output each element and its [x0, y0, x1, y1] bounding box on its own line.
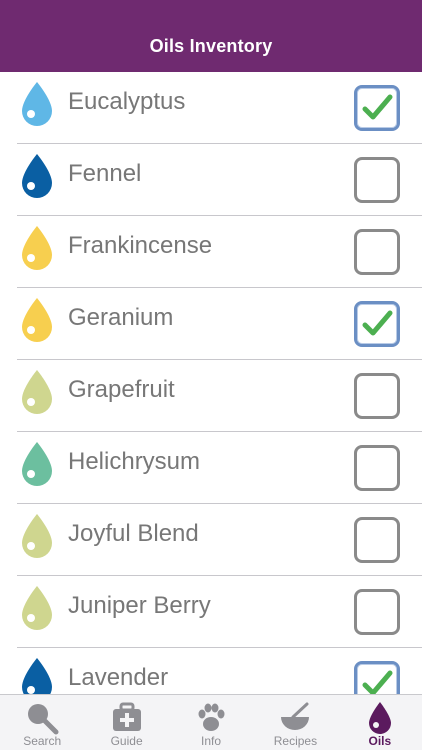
oil-drop-icon [22, 370, 52, 414]
oil-drop-icon [22, 658, 52, 694]
tab-label: Recipes [273, 734, 318, 748]
oil-row[interactable]: Fennel [0, 144, 422, 216]
owned-checkbox[interactable] [354, 589, 400, 635]
oil-name: Fennel [68, 160, 142, 187]
tab-label: Search [23, 734, 62, 748]
owned-checkbox[interactable] [354, 229, 400, 275]
oil-row[interactable]: Frankincense [0, 216, 422, 288]
paw-icon [198, 703, 225, 731]
tab-label: Oils [368, 734, 392, 748]
oils-list[interactable]: Eucalyptus Fennel Frankincense Geranium … [0, 72, 422, 694]
nav-bar: Oils Inventory [0, 0, 422, 72]
oil-drop-icon [22, 82, 52, 126]
page-title: Oils Inventory [149, 36, 273, 56]
checkmark-icon [362, 94, 393, 120]
oil-name: Eucalyptus [68, 88, 186, 115]
oil-drop-icon [22, 586, 52, 630]
oil-row[interactable]: Grapefruit [0, 360, 422, 432]
tab-guide[interactable]: Guide [84, 695, 168, 750]
tab-info[interactable]: Info [169, 695, 253, 750]
search-icon [28, 704, 59, 735]
oil-drop-icon [22, 298, 52, 342]
oil-row[interactable]: Helichrysum [0, 432, 422, 504]
oil-drop-icon [22, 226, 52, 270]
owned-checkbox[interactable] [354, 157, 400, 203]
oil-drop-icon [22, 514, 52, 558]
oil-drop-icon [22, 154, 52, 198]
tab-label: Guide [110, 734, 143, 748]
tab-search[interactable]: Search [0, 695, 84, 750]
tab-oils[interactable]: Oils [338, 695, 422, 750]
oil-name: Helichrysum [68, 448, 201, 475]
owned-checkbox[interactable] [354, 661, 400, 694]
oil-name: Juniper Berry [68, 592, 211, 619]
owned-checkbox[interactable] [354, 445, 400, 491]
owned-checkbox[interactable] [354, 373, 400, 419]
bowl-icon [281, 702, 310, 730]
oil-row[interactable]: Lavender [0, 648, 422, 694]
oil-row[interactable]: Juniper Berry [0, 576, 422, 648]
oil-row[interactable]: Joyful Blend [0, 504, 422, 576]
owned-checkbox[interactable] [354, 301, 400, 347]
tab-bar: Search Guide Info Recipes Oils [0, 694, 422, 750]
oil-row[interactable]: Geranium [0, 288, 422, 360]
owned-checkbox[interactable] [354, 85, 400, 131]
first-aid-icon [112, 702, 141, 731]
oil-name: Frankincense [68, 232, 213, 259]
oil-name: Joyful Blend [68, 520, 199, 547]
oil-name: Grapefruit [68, 376, 175, 403]
oil-name: Geranium [68, 304, 174, 331]
tab-label: Info [201, 734, 222, 748]
tab-recipes[interactable]: Recipes [253, 695, 337, 750]
checkmark-icon [362, 310, 393, 336]
owned-checkbox[interactable] [354, 517, 400, 563]
oil-drop-icon [22, 442, 52, 486]
oil-row[interactable]: Eucalyptus [0, 72, 422, 144]
oil-drop-icon [368, 702, 391, 734]
checkmark-icon [362, 670, 393, 694]
oil-name: Lavender [68, 664, 169, 691]
